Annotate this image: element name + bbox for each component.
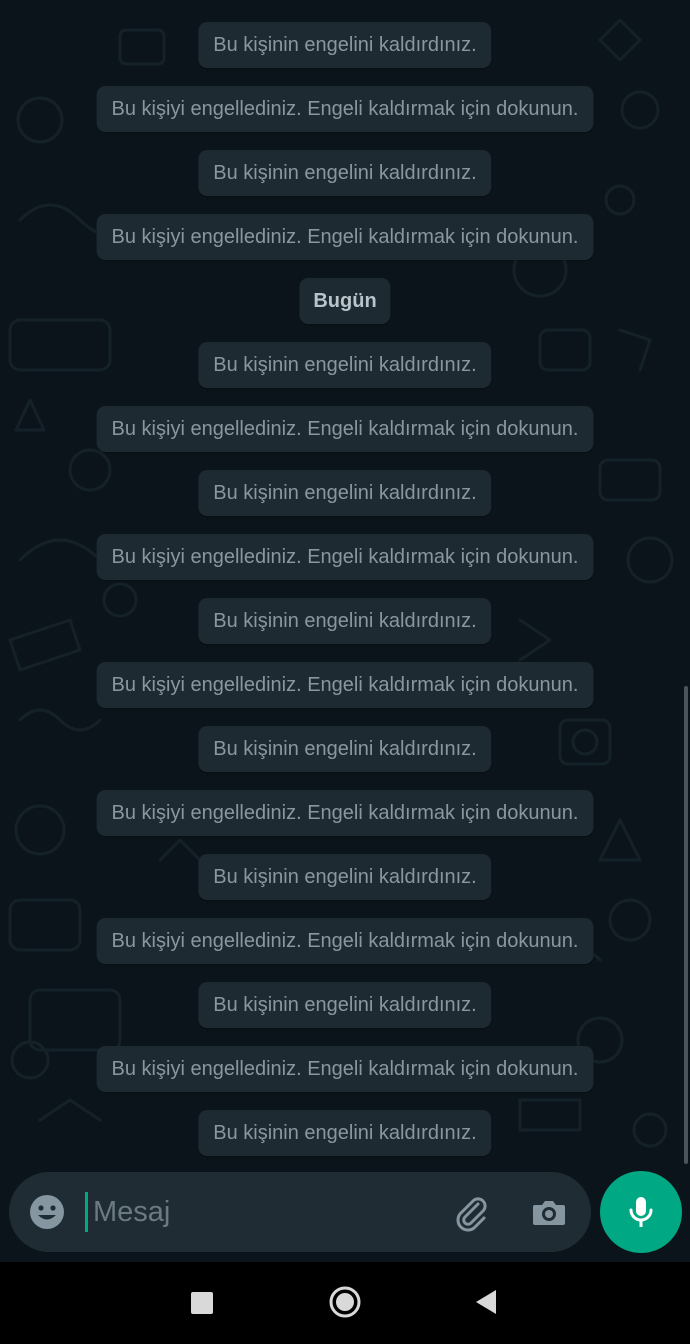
message-composer (9, 1172, 591, 1252)
recents-square-icon[interactable] (191, 1292, 213, 1314)
system-message[interactable]: Bu kişinin engelini kaldırdınız. (198, 150, 492, 196)
system-message[interactable]: Bu kişiyi engellediniz. Engeli kaldırmak… (96, 86, 594, 132)
date-separator: Bugün (299, 278, 391, 324)
paperclip-icon[interactable] (451, 1192, 491, 1232)
system-message[interactable]: Bu kişinin engelini kaldırdınız. (198, 854, 492, 900)
microphone-button[interactable] (600, 1171, 682, 1253)
back-triangle-icon[interactable] (474, 1288, 498, 1316)
microphone-icon (629, 1197, 653, 1227)
system-message[interactable]: Bu kişinin engelini kaldırdınız. (198, 982, 492, 1028)
system-message[interactable]: Bu kişinin engelini kaldırdınız. (198, 726, 492, 772)
system-message[interactable]: Bu kişinin engelini kaldırdınız. (198, 1110, 492, 1156)
scrollbar[interactable] (684, 686, 688, 1164)
system-message[interactable]: Bu kişinin engelini kaldırdınız. (198, 598, 492, 644)
system-message[interactable]: Bu kişiyi engellediniz. Engeli kaldırmak… (96, 1046, 594, 1092)
system-message[interactable]: Bu kişinin engelini kaldırdınız. (198, 22, 492, 68)
system-message[interactable]: Bu kişiyi engellediniz. Engeli kaldırmak… (96, 790, 594, 836)
home-circle-icon[interactable] (329, 1286, 361, 1318)
emoji-icon[interactable] (27, 1192, 67, 1232)
system-message[interactable]: Bu kişiyi engellediniz. Engeli kaldırmak… (96, 534, 594, 580)
system-message[interactable]: Bu kişiyi engellediniz. Engeli kaldırmak… (96, 406, 594, 452)
message-input[interactable] (91, 1186, 433, 1238)
text-caret (85, 1192, 88, 1232)
system-message[interactable]: Bu kişiyi engellediniz. Engeli kaldırmak… (96, 662, 594, 708)
system-message[interactable]: Bu kişinin engelini kaldırdınız. (198, 470, 492, 516)
system-message[interactable]: Bu kişiyi engellediniz. Engeli kaldırmak… (96, 918, 594, 964)
chat-area[interactable]: Bu kişinin engelini kaldırdınız. Bu kişiy… (0, 0, 690, 1262)
system-message[interactable]: Bu kişinin engelini kaldırdınız. (198, 342, 492, 388)
camera-icon[interactable] (529, 1192, 569, 1232)
system-message[interactable]: Bu kişiyi engellediniz. Engeli kaldırmak… (96, 214, 594, 260)
